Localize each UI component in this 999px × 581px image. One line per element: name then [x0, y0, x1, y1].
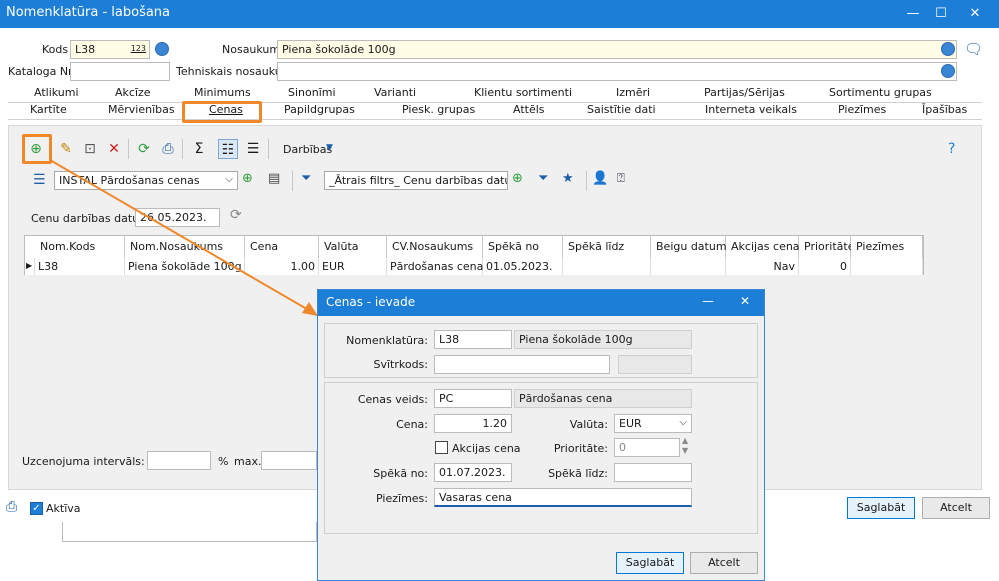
- valid-from-value: 01.07.2023.: [439, 466, 506, 479]
- dialog-titlebar: Cenas - ievade — ✕: [318, 290, 764, 316]
- valid-from-label: Spēkā no:: [373, 467, 428, 480]
- barcode-label: Svītrkods:: [373, 358, 428, 371]
- barcode-extra-field: [618, 355, 692, 374]
- barcode-input[interactable]: [434, 355, 610, 374]
- priority-spinner-icon[interactable]: ▲ ▼: [682, 436, 688, 456]
- priority-value: 0: [619, 441, 626, 454]
- dialog-cancel-button[interactable]: Atcelt: [690, 552, 758, 574]
- currency-label: Valūta:: [569, 418, 608, 431]
- price-value: 1.20: [482, 417, 508, 430]
- valid-to-input[interactable]: [614, 463, 692, 482]
- price-type-input[interactable]: PC: [434, 389, 512, 408]
- nom-label: Nomenklatūra:: [346, 334, 428, 347]
- akcijas-checkbox[interactable]: [435, 441, 448, 454]
- notes-input[interactable]: Vasaras cena: [434, 488, 692, 507]
- price-type-name-field: Pārdošanas cena: [514, 389, 692, 408]
- currency-select[interactable]: EUR ⌵: [614, 414, 692, 433]
- dialog-title: Cenas - ievade: [326, 295, 416, 309]
- akcijas-label: Akcijas cena: [452, 442, 521, 455]
- valid-to-label: Spēkā līdz:: [548, 467, 608, 480]
- dialog-close-button[interactable]: ✕: [740, 294, 750, 308]
- price-label: Cena:: [396, 418, 428, 431]
- price-type-name: Pārdošanas cena: [519, 392, 613, 405]
- nom-code-value: L38: [439, 333, 460, 346]
- priority-input[interactable]: 0: [614, 438, 680, 457]
- notes-value: Vasaras cena: [439, 491, 512, 504]
- price-input[interactable]: 1.20: [434, 414, 512, 433]
- chevron-down-icon: ⌵: [679, 417, 687, 428]
- valid-from-input[interactable]: 01.07.2023.: [434, 463, 512, 482]
- currency-value: EUR: [619, 417, 642, 430]
- nom-name-value: Piena šokolāde 100g: [519, 333, 633, 346]
- price-entry-dialog: Cenas - ievade — ✕ Nomenklatūra: L38 Pie…: [317, 289, 765, 581]
- price-type-code: PC: [439, 392, 454, 405]
- nom-code-input[interactable]: L38: [434, 330, 512, 349]
- dialog-minimize-button[interactable]: —: [702, 294, 714, 308]
- priority-label: Prioritāte:: [553, 442, 608, 455]
- price-type-label: Cenas veids:: [357, 393, 428, 406]
- dialog-save-button[interactable]: Saglabāt: [616, 552, 684, 574]
- nom-name-field: Piena šokolāde 100g: [514, 330, 692, 349]
- notes-label: Piezīmes:: [376, 492, 428, 505]
